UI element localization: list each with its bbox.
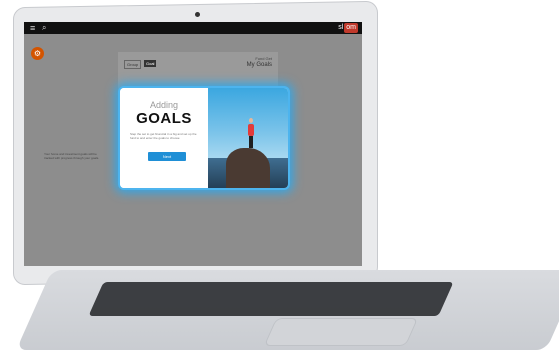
- tab-goal[interactable]: Goal: [144, 60, 157, 67]
- adding-goals-modal: Adding GOALS Step the set to get financi…: [118, 86, 290, 190]
- chevron-left-icon[interactable]: ‹: [146, 154, 148, 160]
- modal-heading-light: Adding: [149, 100, 179, 110]
- modal-heading-bold: GOALS: [136, 110, 192, 127]
- tab-group[interactable]: Group: [124, 60, 142, 69]
- modal-content: Adding GOALS Step the set to get financi…: [120, 88, 208, 188]
- panel-title: My Goals: [246, 62, 272, 68]
- rock-shape: [226, 148, 270, 188]
- trackpad: [263, 318, 419, 346]
- laptop-mockup: ≡ ⌕ sl om ⚙ Fund Get My Goals Group Goal …: [0, 0, 559, 355]
- modal-description: Step the set to get financial in a big a…: [130, 132, 197, 140]
- hero-image: [208, 88, 288, 188]
- keyboard: [88, 282, 454, 316]
- profile-button[interactable]: ⚙: [31, 47, 44, 60]
- menu-icon[interactable]: ≡: [30, 23, 35, 33]
- brand-logo: sl om: [338, 23, 358, 33]
- next-button[interactable]: Next: [148, 152, 186, 161]
- camera: [195, 12, 200, 17]
- background-text: Your home and investment goals will be t…: [44, 152, 100, 160]
- search-icon[interactable]: ⌕: [42, 23, 46, 33]
- hiker-figure: [248, 116, 254, 150]
- top-bar: ≡ ⌕ sl om: [24, 22, 362, 34]
- panel-links[interactable]: Fund Get: [255, 56, 272, 61]
